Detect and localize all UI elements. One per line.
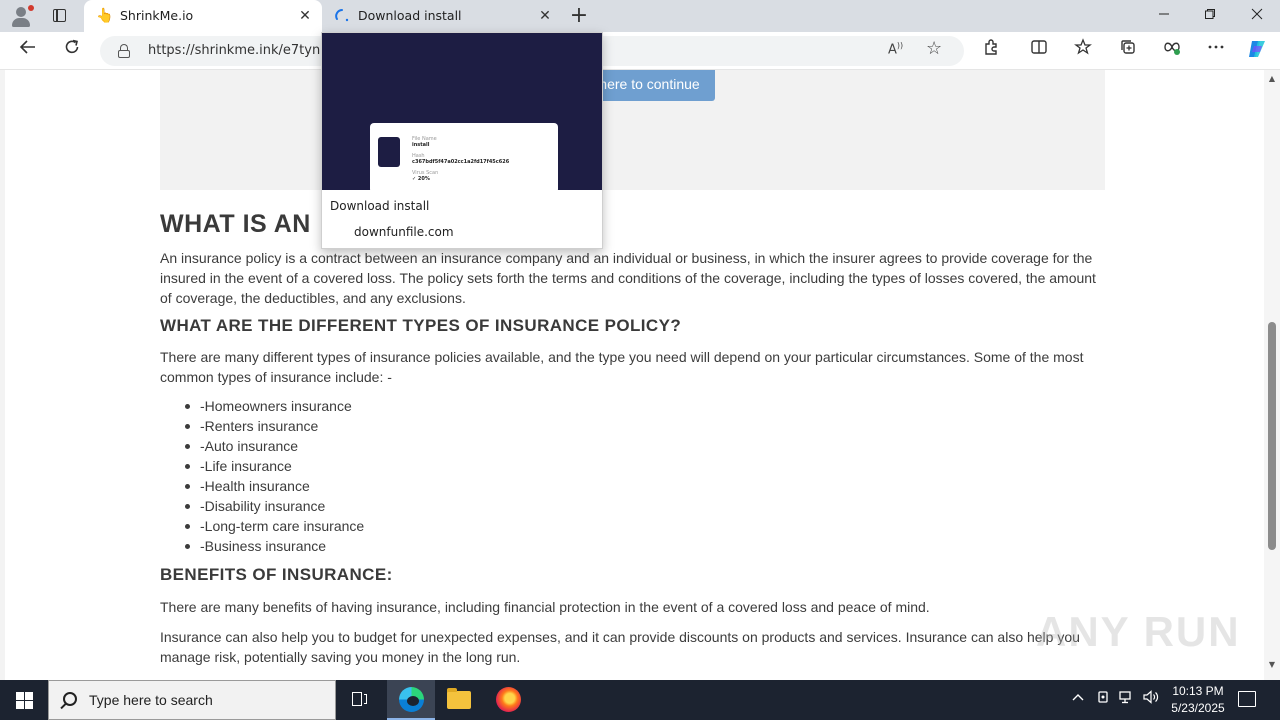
volume-icon[interactable] <box>1140 680 1162 720</box>
list-item: -Health insurance <box>160 476 364 496</box>
search-placeholder: Type here to search <box>89 692 213 708</box>
preview-thumbnail: File Name install Hash c367bdf5f47a02cc1… <box>322 33 602 190</box>
scroll-down-arrow-icon[interactable]: ▼ <box>1264 658 1280 672</box>
heading-types: WHAT ARE THE DIFFERENT TYPES OF INSURANC… <box>160 316 682 335</box>
preview-file-card: File Name install Hash c367bdf5f47a02cc1… <box>370 123 558 190</box>
list-item: -Auto insurance <box>160 436 364 456</box>
taskbar-edge[interactable] <box>387 680 435 720</box>
tab-download-install[interactable]: Download install ✕ <box>322 0 562 32</box>
minimize-button[interactable] <box>1141 0 1187 32</box>
browser-essentials-icon[interactable] <box>1158 38 1186 64</box>
tab-title: ShrinkMe.io <box>120 8 194 23</box>
extensions-icon[interactable] <box>977 38 1005 64</box>
lock-icon[interactable] <box>118 44 130 58</box>
url-text[interactable]: https://shrinkme.ink/e7tyn <box>148 43 320 58</box>
refresh-button[interactable] <box>58 38 86 64</box>
page-viewport: here to continue WHAT IS AN An insurance… <box>0 70 1264 680</box>
new-tab-button[interactable]: + <box>568 5 590 27</box>
preview-domain: downfunfile.com <box>354 225 454 239</box>
loading-icon <box>334 8 350 24</box>
taskbar-clock[interactable]: 10:13 PM 5/23/2025 <box>1160 683 1236 717</box>
windows-taskbar: Type here to search 10:13 PM 5/23/2025 <box>0 680 1280 720</box>
page-scrollbar[interactable]: ▲ ▼ <box>1264 70 1280 680</box>
add-favorite-icon[interactable]: ☆ <box>926 38 942 59</box>
clock-date: 5/23/2025 <box>1171 701 1225 715</box>
insurance-types-list: -Homeowners insurance -Renters insurance… <box>160 396 364 556</box>
start-button[interactable] <box>0 680 48 720</box>
firefox-icon <box>496 687 521 712</box>
list-item: -Renters insurance <box>160 416 364 436</box>
taskbar-firefox[interactable] <box>484 680 532 720</box>
favorites-icon[interactable] <box>1069 38 1097 64</box>
list-item: -Business insurance <box>160 536 364 556</box>
edge-icon <box>399 687 424 712</box>
close-window-button[interactable] <box>1234 0 1280 32</box>
close-tab-icon[interactable]: ✕ <box>536 7 554 25</box>
list-item: -Disability insurance <box>160 496 364 516</box>
taskbar-search-box[interactable]: Type here to search <box>48 680 336 720</box>
network-icon[interactable] <box>1116 680 1138 720</box>
copilot-icon[interactable] <box>1243 38 1271 64</box>
heading-what-is-insurance: WHAT IS AN <box>160 210 311 238</box>
paragraph-benefits-1: There are many benefits of having insura… <box>160 599 930 615</box>
tab-actions-icon[interactable] <box>48 6 70 26</box>
preview-line: install <box>412 142 430 148</box>
tab-strip: 👆 ShrinkMe.io ✕ Download install ✕ + <box>0 0 1280 32</box>
preview-title: Download install <box>330 199 430 213</box>
profile-icon[interactable] <box>8 4 36 28</box>
list-item: -Homeowners insurance <box>160 396 364 416</box>
scroll-up-arrow-icon[interactable]: ▲ <box>1264 72 1280 86</box>
restore-button[interactable] <box>1187 0 1233 32</box>
paragraph-definition: An insurance policy is a contract betwee… <box>160 250 1096 306</box>
continue-button[interactable]: here to continue <box>584 70 715 101</box>
anyrun-watermark: ANY RUN <box>1036 608 1241 655</box>
preview-line: c367bdf5f47a02cc1a2fd17f45c626 <box>412 159 510 165</box>
taskbar-file-explorer[interactable] <box>435 680 483 720</box>
read-aloud-icon[interactable]: A)) <box>888 41 903 57</box>
heading-benefits: BENEFITS OF INSURANCE: <box>160 565 393 584</box>
tab-title: Download install <box>358 8 462 23</box>
task-view-icon <box>352 692 368 708</box>
file-icon <box>378 137 400 167</box>
preview-line: ✓ 20% <box>412 176 430 182</box>
tab-shrinkme[interactable]: 👆 ShrinkMe.io ✕ <box>84 0 322 32</box>
more-menu-icon[interactable] <box>1202 38 1230 64</box>
clock-time: 10:13 PM <box>1172 684 1224 698</box>
search-icon <box>63 692 77 706</box>
left-edge <box>0 70 5 680</box>
browser-toolbar: https://shrinkme.ink/e7tyn A)) ☆ <box>0 32 1280 70</box>
folder-icon <box>447 688 471 709</box>
task-view-button[interactable] <box>336 680 384 720</box>
notification-icon[interactable] <box>1238 691 1256 707</box>
hand-icon: 👆 <box>96 8 114 24</box>
close-tab-icon[interactable]: ✕ <box>296 7 314 25</box>
paragraph-benefits-2: Insurance can also help you to budget fo… <box>160 629 1080 665</box>
collections-icon[interactable] <box>1114 38 1142 64</box>
paragraph-types: There are many different types of insura… <box>160 349 1084 385</box>
tab-hover-preview[interactable]: File Name install Hash c367bdf5f47a02cc1… <box>321 32 603 249</box>
split-screen-icon[interactable] <box>1025 38 1053 64</box>
list-item: -Life insurance <box>160 456 364 476</box>
back-button[interactable] <box>14 38 42 64</box>
show-hidden-icons-chevron-icon[interactable] <box>1068 680 1088 720</box>
list-item: -Long-term care insurance <box>160 516 364 536</box>
device-icon[interactable] <box>1093 680 1113 720</box>
scroll-thumb[interactable] <box>1268 322 1276 550</box>
